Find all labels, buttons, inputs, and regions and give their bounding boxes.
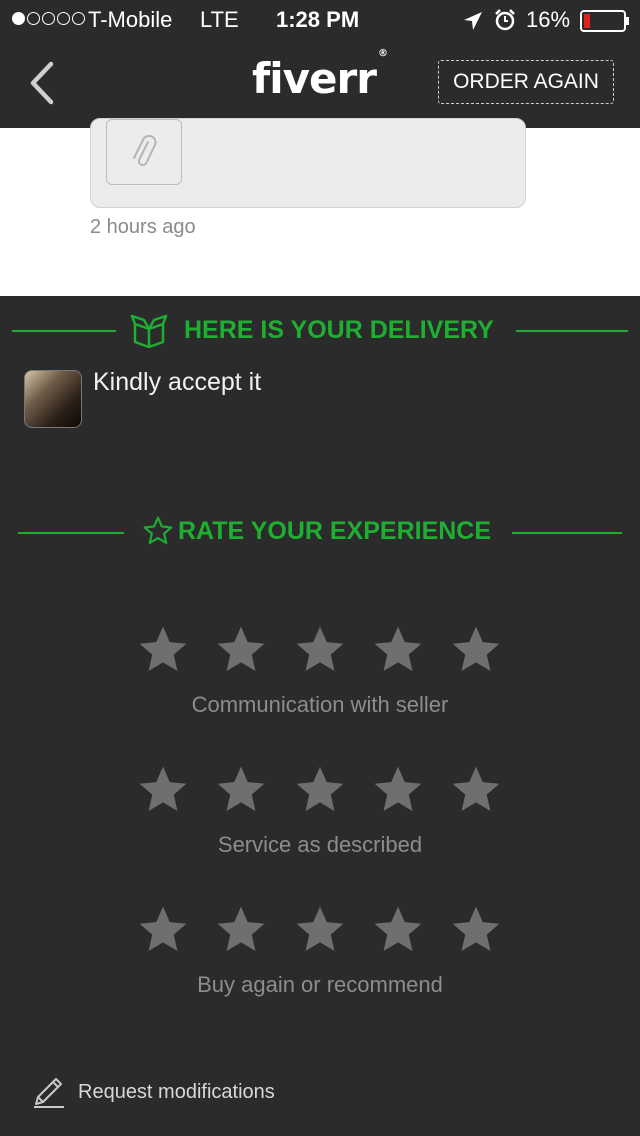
message-bubble xyxy=(90,118,526,208)
chevron-left-icon xyxy=(30,61,54,105)
star-icon[interactable] xyxy=(284,902,356,958)
star-icon[interactable] xyxy=(127,762,199,818)
request-modifications-label: Request modifications xyxy=(78,1080,275,1103)
star-outline-icon xyxy=(143,516,173,545)
star-icon[interactable] xyxy=(205,902,277,958)
package-box-icon xyxy=(130,314,168,348)
star-rating-row xyxy=(127,622,512,678)
rating-title: RATE YOUR EXPERIENCE xyxy=(178,516,492,545)
star-icon[interactable] xyxy=(362,902,434,958)
divider-line xyxy=(516,330,628,332)
divider-line xyxy=(12,330,116,332)
battery-percent: 16% xyxy=(526,7,571,32)
star-rating-row xyxy=(127,762,512,818)
rating-category-label: Buy again or recommend xyxy=(197,972,443,997)
status-bar: T-Mobile LTE 1:28 PM 16% xyxy=(0,0,640,40)
star-icon[interactable] xyxy=(127,622,199,678)
star-icon[interactable] xyxy=(127,902,199,958)
rating-header: RATE YOUR EXPERIENCE xyxy=(142,515,491,547)
delivery-title: HERE IS YOUR DELIVERY xyxy=(184,315,494,344)
delivery-message: Kindly accept it xyxy=(93,368,262,396)
network-type: LTE xyxy=(200,7,239,32)
signal-strength-icon xyxy=(12,12,85,28)
fiverr-logo: fiverr® xyxy=(252,48,388,103)
star-icon[interactable] xyxy=(284,762,356,818)
rating-category-label: Communication with seller xyxy=(191,692,449,717)
seller-avatar[interactable] xyxy=(24,370,82,428)
logo-text: fiverr xyxy=(252,54,377,103)
divider-line xyxy=(512,532,622,534)
divider-line xyxy=(18,532,124,534)
alarm-clock-icon xyxy=(494,9,516,37)
back-button[interactable] xyxy=(22,58,62,108)
carrier-name: T-Mobile xyxy=(88,7,173,32)
star-icon[interactable] xyxy=(440,622,512,678)
location-arrow-icon xyxy=(462,10,484,38)
star-icon[interactable] xyxy=(362,622,434,678)
rating-category-label: Service as described xyxy=(217,832,423,857)
star-icon[interactable] xyxy=(362,762,434,818)
paperclip-icon xyxy=(133,134,157,166)
clock: 1:28 PM xyxy=(276,7,360,32)
star-icon[interactable] xyxy=(205,762,277,818)
request-modifications-button[interactable]: Request modifications xyxy=(30,1072,275,1112)
pencil-icon xyxy=(34,1078,64,1108)
logo-registered-mark: ® xyxy=(377,48,388,59)
star-icon[interactable] xyxy=(440,902,512,958)
message-panel: 2 hours ago xyxy=(0,118,640,296)
nav-header: fiverr® ORDER AGAIN xyxy=(0,40,640,128)
order-again-button[interactable]: ORDER AGAIN xyxy=(438,60,614,104)
star-icon[interactable] xyxy=(205,622,277,678)
attachment-tile[interactable] xyxy=(106,119,182,185)
star-icon[interactable] xyxy=(440,762,512,818)
star-rating-row xyxy=(127,902,512,958)
delivery-header: HERE IS YOUR DELIVERY xyxy=(130,312,494,348)
battery-icon xyxy=(580,10,630,38)
message-timestamp: 2 hours ago xyxy=(90,216,196,238)
star-icon[interactable] xyxy=(284,622,356,678)
